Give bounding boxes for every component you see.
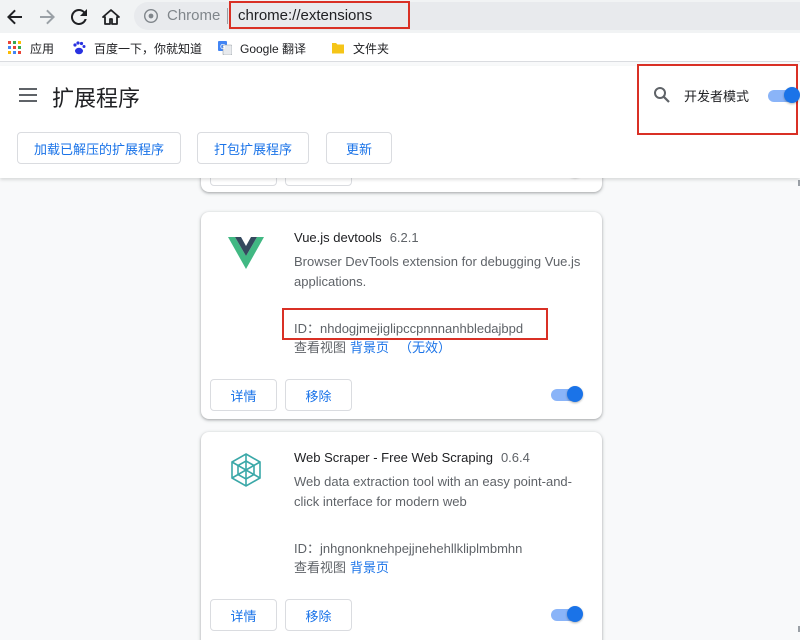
bookmark-baidu[interactable]: 百度一下，你就知道 xyxy=(72,40,202,56)
dev-mode-toggle[interactable] xyxy=(768,87,800,103)
background-page-link[interactable]: 背景页 xyxy=(350,340,389,355)
pack-extension-button[interactable]: 打包扩展程序 xyxy=(197,132,309,164)
search-icon[interactable] xyxy=(653,86,671,104)
web-scraper-logo-icon xyxy=(231,453,261,487)
reload-button[interactable] xyxy=(66,4,92,30)
menu-icon[interactable] xyxy=(19,88,37,102)
extension-version: 0.6.4 xyxy=(500,450,530,465)
extension-name: Vue.js devtools 6.2.1 xyxy=(294,230,419,245)
extension-toggle[interactable] xyxy=(551,386,583,404)
remove-button[interactable]: 移除 xyxy=(285,178,352,186)
home-icon xyxy=(102,9,120,25)
extension-name-text: Web Scraper - Free Web Scraping xyxy=(294,450,493,465)
remove-button[interactable]: 移除 xyxy=(285,599,352,631)
browser-toolbar: Chrome chrome://extensions xyxy=(0,0,800,33)
update-button[interactable]: 更新 xyxy=(326,132,392,164)
home-button[interactable] xyxy=(98,4,124,30)
extension-name-text: Vue.js devtools xyxy=(294,230,382,245)
extension-version: 6.2.1 xyxy=(389,230,419,245)
folder-icon xyxy=(332,43,344,54)
remove-button[interactable]: 移除 xyxy=(285,379,352,411)
url-text[interactable]: chrome://extensions xyxy=(238,7,372,24)
extension-card: Web Scraper - Free Web Scraping 0.6.4 Web… xyxy=(201,432,602,640)
omnibox-separator xyxy=(227,8,228,24)
extension-description: Browser DevTools extension for debugging… xyxy=(294,254,581,289)
bookmark-folder[interactable]: 文件夹 xyxy=(331,40,389,56)
svg-text:G: G xyxy=(220,43,225,51)
bookmark-label: 文件夹 xyxy=(353,41,390,56)
bookmark-apps[interactable]: 应用 xyxy=(8,40,54,56)
chrome-icon xyxy=(144,9,158,23)
bookmarks-bar: 应用 百度一下，你就知道 G Google 翻译 文件夹 xyxy=(0,33,800,62)
dev-mode-label: 开发者模式 xyxy=(684,89,750,104)
google-translate-icon: G xyxy=(218,41,232,55)
forward-button[interactable] xyxy=(34,4,60,30)
forward-arrow-icon xyxy=(40,9,55,25)
inspect-views-label: 查看视图 xyxy=(294,560,347,575)
bookmark-google-translate[interactable]: G Google 翻译 xyxy=(218,40,306,56)
load-unpacked-button[interactable]: 加载已解压的扩展程序 xyxy=(17,132,181,164)
details-button[interactable]: 详情 xyxy=(210,599,277,631)
back-arrow-icon xyxy=(7,9,22,25)
extension-description: Web data extraction tool with an easy po… xyxy=(294,474,572,509)
extension-id-highlight-box xyxy=(282,308,548,340)
page-title: 扩展程序 xyxy=(52,86,141,111)
extension-card: 详情 移除 xyxy=(201,178,602,192)
baidu-paw-icon xyxy=(73,41,86,55)
inspect-views-label: 查看视图 xyxy=(294,340,347,355)
inspect-views: 查看视图 背景页 xyxy=(294,557,389,576)
apps-grid-icon xyxy=(8,41,21,54)
extensions-list: 详情 移除 Vue.js devtools 6.2.1 Browser DevTo… xyxy=(0,178,800,640)
background-page-link[interactable]: 背景页 xyxy=(350,560,389,575)
details-button[interactable]: 详情 xyxy=(210,178,277,186)
extensions-header: 扩展程序 开发者模式 加载已解压的扩展程序 打包扩展程序 更新 xyxy=(0,64,800,178)
vue-logo-icon xyxy=(228,237,264,269)
extension-toggle[interactable] xyxy=(551,178,583,179)
bookmark-label: Google 翻译 xyxy=(240,41,307,56)
bookmark-label: 百度一下，你就知道 xyxy=(94,41,203,56)
inactive-note: （无效） xyxy=(399,340,452,355)
extension-id: ID：jnhgnonknehpejjnehehllkliplmbmhn xyxy=(294,541,523,556)
details-button[interactable]: 详情 xyxy=(210,379,277,411)
extension-name: Web Scraper - Free Web Scraping 0.6.4 xyxy=(294,450,530,465)
omnibox-chrome-label: Chrome xyxy=(167,7,221,24)
bookmark-label: 应用 xyxy=(30,41,55,56)
back-button[interactable] xyxy=(2,4,28,30)
extension-toggle[interactable] xyxy=(551,606,583,624)
reload-icon xyxy=(71,9,87,25)
